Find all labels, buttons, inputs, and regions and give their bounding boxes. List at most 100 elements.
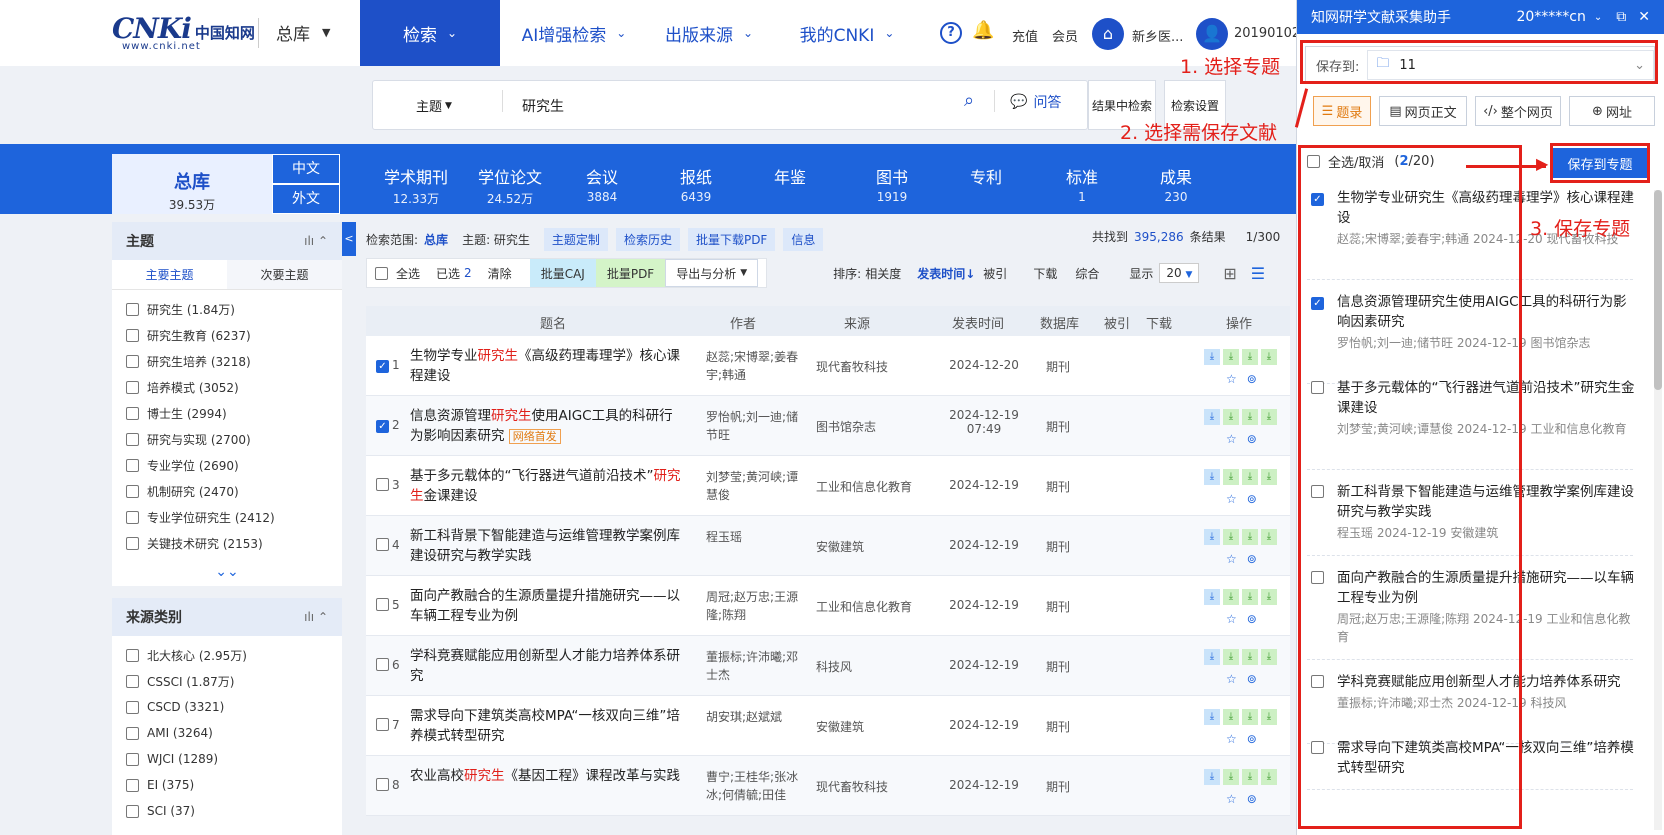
row-download-icons[interactable]: ⤓ ⤓ ⤓ ⤓	[1204, 768, 1290, 785]
row-source[interactable]: 工业和信息化教育	[816, 478, 912, 495]
topic-filter-item[interactable]: 关键技术研究 (2153)	[112, 530, 342, 556]
category-achievement[interactable]: 成果 230	[1136, 164, 1216, 204]
row-source[interactable]: 图书馆杂志	[816, 418, 876, 435]
category-journal[interactable]: 学术期刊 12.33万	[376, 164, 456, 207]
download-icon[interactable]: ⤓	[1261, 709, 1277, 725]
table-row[interactable]: 7 需求导向下建筑类高校MPA“一核双向三维”培养模式转型研究 胡安琪;赵斌斌 安徽建…	[366, 696, 1290, 756]
sort-comprehensive[interactable]: 综合	[1075, 265, 1099, 282]
row-source[interactable]: 工业和信息化教育	[816, 598, 912, 615]
category-all[interactable]: 总库 39.53万	[112, 154, 272, 214]
row-download-icons[interactable]: ⤓ ⤓ ⤓ ⤓	[1204, 468, 1290, 485]
select-all-checkbox[interactable]	[375, 266, 388, 280]
row-checkbox[interactable]	[376, 478, 389, 494]
source-filter-item[interactable]: SCI (37)	[112, 798, 342, 824]
row-authors[interactable]: 赵蕊;宋博翠;姜春宇;韩通	[706, 348, 802, 384]
checkbox[interactable]	[126, 380, 139, 394]
sort-date[interactable]: 发表时间↓	[917, 265, 975, 282]
cnki-logo[interactable]: CNKi 中国知网 www.cnki.net	[112, 12, 262, 52]
plugin-scrollbar[interactable]	[1654, 190, 1662, 830]
download-icon[interactable]: ⤓	[1223, 649, 1239, 665]
download-icon[interactable]: ⤓	[1242, 589, 1258, 605]
download-icon[interactable]: ⤓	[1223, 589, 1239, 605]
download-icon[interactable]: ⤓	[1261, 649, 1277, 665]
checkbox[interactable]	[1307, 155, 1320, 168]
download-icon[interactable]: ⤓	[1242, 529, 1258, 545]
row-checkbox[interactable]	[376, 658, 389, 674]
row-title-link[interactable]: 面向产教融合的生源质量提升措施研究——以车辆工程专业为例	[410, 586, 682, 626]
category-conference[interactable]: 会议 3884	[562, 164, 642, 204]
quote-icon[interactable]: ⊚	[1247, 792, 1257, 806]
row-authors[interactable]: 刘梦莹;黄河峡;谭慧俊	[706, 468, 802, 504]
star-icon[interactable]: ☆	[1226, 372, 1237, 386]
category-standard[interactable]: 标准 1	[1042, 164, 1122, 204]
qa-button[interactable]: 💬 问答	[1010, 92, 1061, 112]
row-download-icons[interactable]: ⤓ ⤓ ⤓ ⤓	[1204, 588, 1290, 605]
topic-filter-item[interactable]: 培养模式 (3052)	[112, 374, 342, 400]
plugin-list-item[interactable]: 新工科背景下智能建造与运维管理教学案例库建设研究与教学实践 程玉瑶 2024-12…	[1307, 482, 1634, 556]
member-link[interactable]: 会员	[1052, 26, 1078, 45]
recharge-link[interactable]: 充值	[1012, 26, 1038, 45]
topic-filter-item[interactable]: 博士生 (2994)	[112, 400, 342, 426]
chevron-down-icon[interactable]: ⌄	[1594, 12, 1602, 23]
row-source[interactable]: 科技风	[816, 658, 852, 675]
checkbox[interactable]	[126, 406, 139, 420]
batch-download-pdf-button[interactable]: 批量下载PDF	[687, 228, 776, 251]
row-download-icons[interactable]: ⤓ ⤓ ⤓ ⤓	[1204, 348, 1290, 365]
download-icon[interactable]: ⤓	[1204, 649, 1220, 665]
download-icon[interactable]: ⤓	[1242, 469, 1258, 485]
category-yearbook[interactable]: 年鉴	[750, 164, 830, 190]
plugin-list-item[interactable]: 基于多元载体的“飞行器进气道前沿技术”研究生金课建设 刘梦莹;黄河峡;谭慧俊 20…	[1307, 378, 1635, 470]
star-icon[interactable]: ☆	[1226, 792, 1237, 806]
download-icon[interactable]: ⤓	[1204, 589, 1220, 605]
save-to-topic-button[interactable]: 保存到专题	[1553, 148, 1647, 178]
download-icon[interactable]: ⤓	[1223, 529, 1239, 545]
row-title-link[interactable]: 学科竞赛赋能应用创新型人才能力培养体系研究	[410, 646, 682, 686]
row-checkbox[interactable]	[376, 598, 389, 614]
nav-publications[interactable]: 出版来源 ⌄	[648, 0, 770, 66]
tab-main-topic[interactable]: 主要主题	[112, 260, 227, 289]
chart-collapse-icon[interactable]: ılı ⌃	[304, 234, 328, 248]
download-icon[interactable]: ⤓	[1204, 409, 1220, 425]
checkbox[interactable]	[126, 700, 139, 714]
row-authors[interactable]: 曹宁;王桂华;张冰冰;何倩毓;田佳	[706, 768, 802, 804]
row-source[interactable]: 安徽建筑	[816, 538, 864, 555]
lang-foreign[interactable]: 外文	[272, 184, 340, 214]
user-avatar[interactable]: 👤	[1196, 18, 1228, 50]
star-icon[interactable]: ☆	[1226, 612, 1237, 626]
download-icon[interactable]: ⤓	[1261, 469, 1277, 485]
batch-caj-button[interactable]: 批量CAJ	[529, 259, 596, 287]
row-checkbox[interactable]: ✓	[376, 418, 389, 433]
checkbox[interactable]	[126, 432, 139, 446]
download-icon[interactable]: ⤓	[1223, 469, 1239, 485]
row-source[interactable]: 现代畜牧科技	[816, 358, 888, 375]
row-source[interactable]: 现代畜牧科技	[816, 778, 888, 795]
page-text-button[interactable]: ▤ 网页正文	[1379, 96, 1467, 126]
search-input[interactable]: 研究生	[522, 96, 564, 116]
row-source[interactable]: 安徽建筑	[816, 718, 864, 735]
table-row[interactable]: ✓ 1 生物学专业研究生《高级药理毒理学》核心课程建设 赵蕊;宋博翠;姜春宇;韩通 现代…	[366, 336, 1290, 396]
checkbox[interactable]	[126, 510, 139, 524]
row-checkbox[interactable]	[376, 778, 389, 794]
expand-more-icon[interactable]: ⌄⌄	[112, 564, 342, 580]
plugin-item-checkbox[interactable]	[1311, 741, 1324, 757]
bell-icon[interactable]: 🔔	[972, 20, 994, 41]
table-row[interactable]: 6 学科竞赛赋能应用创新型人才能力培养体系研究 董振标;许沛曦;邓士杰 科技风 2024…	[366, 636, 1290, 696]
row-title-link[interactable]: 新工科背景下智能建造与运维管理教学案例库建设研究与教学实践	[410, 526, 682, 566]
download-icon[interactable]: ⤓	[1223, 409, 1239, 425]
plugin-select-all[interactable]: 全选/取消 (2/20)	[1307, 152, 1435, 171]
chart-collapse-icon[interactable]: ılı ⌃	[304, 610, 328, 624]
checkbox[interactable]	[126, 536, 139, 550]
download-icon[interactable]: ⤓	[1261, 409, 1277, 425]
table-row[interactable]: 8 农业高校研究生《基因工程》课程改革与实践 曹宁;王桂华;张冰冰;何倩毓;田佳 现代…	[366, 756, 1290, 816]
list-view-icon[interactable]: ☰	[1251, 264, 1265, 283]
scrollbar-thumb[interactable]	[1654, 190, 1662, 390]
star-icon[interactable]: ☆	[1226, 672, 1237, 686]
checkbox[interactable]	[126, 458, 139, 472]
topic-filter-item[interactable]: 研究与实现 (2700)	[112, 426, 342, 452]
org-avatar[interactable]: ⌂	[1092, 18, 1124, 50]
quote-icon[interactable]: ⊚	[1247, 672, 1257, 686]
download-icon[interactable]: ⤓	[1242, 409, 1258, 425]
source-filter-item[interactable]: 北大核心 (2.95万)	[112, 642, 342, 668]
tab-secondary-topic[interactable]: 次要主题	[227, 260, 342, 289]
search-field-select[interactable]: 主题 ▼	[416, 96, 452, 115]
